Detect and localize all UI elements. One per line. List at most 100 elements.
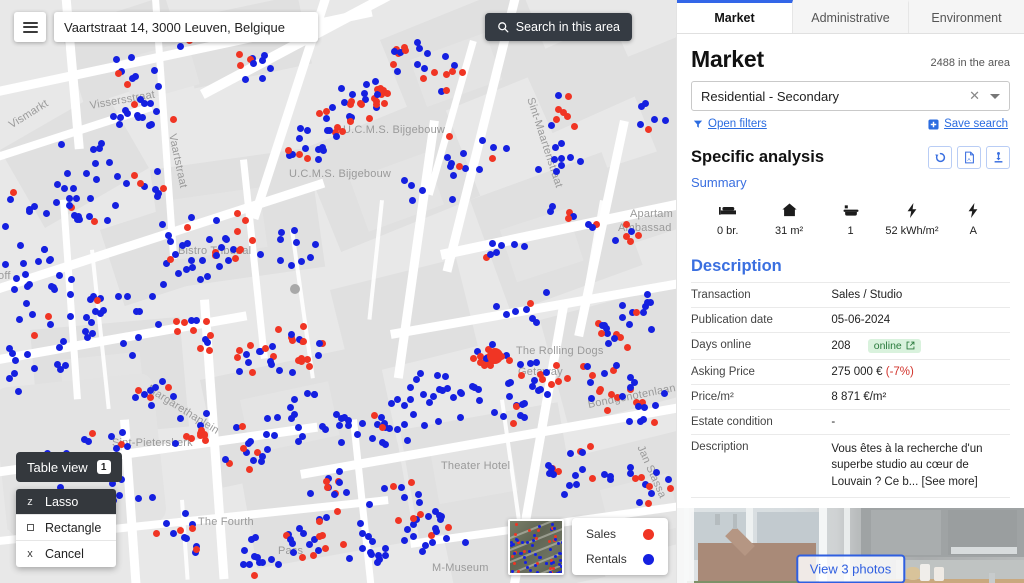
map-marker-rental[interactable]	[258, 453, 266, 461]
map-marker-sale[interactable]	[235, 347, 243, 355]
view-photos-button[interactable]: View 3 photos	[795, 554, 906, 583]
map-marker-rental[interactable]	[103, 216, 111, 224]
map-marker-rental[interactable]	[499, 412, 507, 420]
map-marker-sale[interactable]	[300, 322, 308, 330]
hamburger-icon[interactable]	[14, 12, 46, 42]
map-marker-rental[interactable]	[321, 425, 329, 433]
map-marker-rental[interactable]	[65, 194, 73, 202]
map-marker-rental[interactable]	[460, 149, 468, 157]
map-marker-selected[interactable]	[290, 284, 300, 294]
map-marker-rental[interactable]	[205, 236, 213, 243]
map-marker-rental[interactable]	[337, 85, 345, 93]
map-marker-rental[interactable]	[55, 272, 63, 280]
map-marker-rental[interactable]	[328, 103, 336, 111]
map-marker-rental[interactable]	[105, 158, 113, 166]
map-marker-rental[interactable]	[611, 237, 619, 245]
map-marker-rental[interactable]	[641, 100, 649, 108]
map-marker-sale[interactable]	[233, 228, 241, 236]
draw-tool-lasso[interactable]: z Lasso	[16, 489, 116, 515]
map-marker-rental[interactable]	[366, 548, 374, 556]
map-marker-sale[interactable]	[295, 356, 303, 364]
map-marker-rental[interactable]	[153, 167, 161, 175]
draw-tools-menu[interactable]: z Lasso Rectangle x Cancel	[16, 489, 116, 567]
map-marker-rental[interactable]	[424, 513, 432, 521]
map-marker-rental[interactable]	[403, 436, 411, 444]
map-marker-rental[interactable]	[618, 313, 626, 321]
map-marker-rental[interactable]	[88, 330, 96, 338]
map-marker-rental[interactable]	[47, 320, 55, 328]
map-marker-rental[interactable]	[534, 165, 542, 173]
map-marker-sale[interactable]	[645, 125, 653, 133]
map-marker-rental[interactable]	[558, 161, 566, 169]
map-marker-rental[interactable]	[625, 321, 633, 329]
map-marker-sale[interactable]	[419, 74, 427, 82]
map-marker-rental[interactable]	[505, 392, 513, 400]
map-marker-rental[interactable]	[171, 439, 179, 447]
map-marker-rental[interactable]	[330, 491, 338, 499]
map-marker-sale[interactable]	[448, 67, 456, 75]
map-marker-sale[interactable]	[123, 80, 131, 88]
map-marker-rental[interactable]	[461, 539, 469, 547]
map-marker-rental[interactable]	[188, 213, 196, 221]
map-marker-rental[interactable]	[310, 390, 318, 398]
map-marker-rental[interactable]	[25, 280, 33, 288]
map-marker-rental[interactable]	[53, 198, 61, 206]
map-marker-rental[interactable]	[325, 126, 333, 134]
map-marker-rental[interactable]	[245, 358, 253, 366]
map-marker-sale[interactable]	[476, 358, 484, 366]
map-marker-rental[interactable]	[46, 255, 54, 263]
chevron-down-icon[interactable]	[990, 93, 1000, 99]
map-marker-rental[interactable]	[490, 143, 498, 151]
map-marker-rental[interactable]	[332, 133, 340, 141]
map-marker-rental[interactable]	[111, 201, 119, 209]
map-marker-rental[interactable]	[348, 91, 356, 99]
map-marker-sale[interactable]	[248, 237, 256, 245]
map-marker-rental[interactable]	[435, 385, 443, 393]
map-marker-rental[interactable]	[35, 258, 43, 266]
map-marker-sale[interactable]	[233, 210, 241, 218]
map-marker-rental[interactable]	[458, 389, 466, 397]
map-marker-sale[interactable]	[310, 552, 318, 560]
map-marker-rental[interactable]	[640, 404, 648, 412]
map-marker-sale[interactable]	[316, 517, 324, 525]
map-marker-rental[interactable]	[433, 371, 441, 379]
map-marker-sale[interactable]	[588, 475, 596, 483]
map-marker-rental[interactable]	[637, 417, 645, 425]
map-marker-sale[interactable]	[88, 429, 96, 437]
map-marker-rental[interactable]	[457, 413, 465, 421]
map-marker-rental[interactable]	[261, 51, 269, 59]
map-marker-rental[interactable]	[250, 59, 258, 67]
map-marker-rental[interactable]	[140, 99, 148, 107]
map-marker-sale[interactable]	[146, 393, 154, 401]
map-marker-rental[interactable]	[335, 421, 343, 429]
map-marker-rental[interactable]	[407, 396, 415, 404]
map-marker-rental[interactable]	[607, 472, 615, 480]
map-marker-sale[interactable]	[469, 354, 477, 362]
map-marker-rental[interactable]	[418, 187, 426, 195]
map-marker-sale[interactable]	[589, 371, 597, 379]
map-marker-rental[interactable]	[486, 250, 494, 258]
map-marker-rental[interactable]	[148, 401, 156, 409]
map-marker-rental[interactable]	[381, 544, 389, 552]
map-marker-sale[interactable]	[407, 479, 415, 487]
map-marker-rental[interactable]	[449, 172, 457, 180]
map-marker-rental[interactable]	[558, 140, 565, 148]
draw-tool-rectangle[interactable]: Rectangle	[16, 515, 116, 541]
map-marker-rental[interactable]	[421, 65, 428, 73]
map-marker-rental[interactable]	[434, 417, 442, 425]
map-marker-rental[interactable]	[375, 555, 383, 563]
map-marker-rental[interactable]	[28, 311, 36, 318]
map-marker-sale[interactable]	[372, 101, 380, 109]
map-marker-rental[interactable]	[245, 561, 253, 569]
map-marker-rental[interactable]	[203, 272, 211, 280]
map-marker-rental[interactable]	[448, 159, 456, 167]
map-marker-rental[interactable]	[301, 144, 309, 152]
map-marker-rental[interactable]	[251, 552, 259, 560]
map-marker-sale[interactable]	[527, 299, 535, 307]
map-marker-sale[interactable]	[555, 105, 563, 113]
map-marker-rental[interactable]	[288, 414, 296, 422]
map-marker-rental[interactable]	[586, 379, 594, 387]
map-marker-rental[interactable]	[550, 155, 558, 163]
property-type-select[interactable]: Residential - Secondary ✕	[691, 81, 1010, 111]
map-marker-sale[interactable]	[338, 127, 346, 135]
